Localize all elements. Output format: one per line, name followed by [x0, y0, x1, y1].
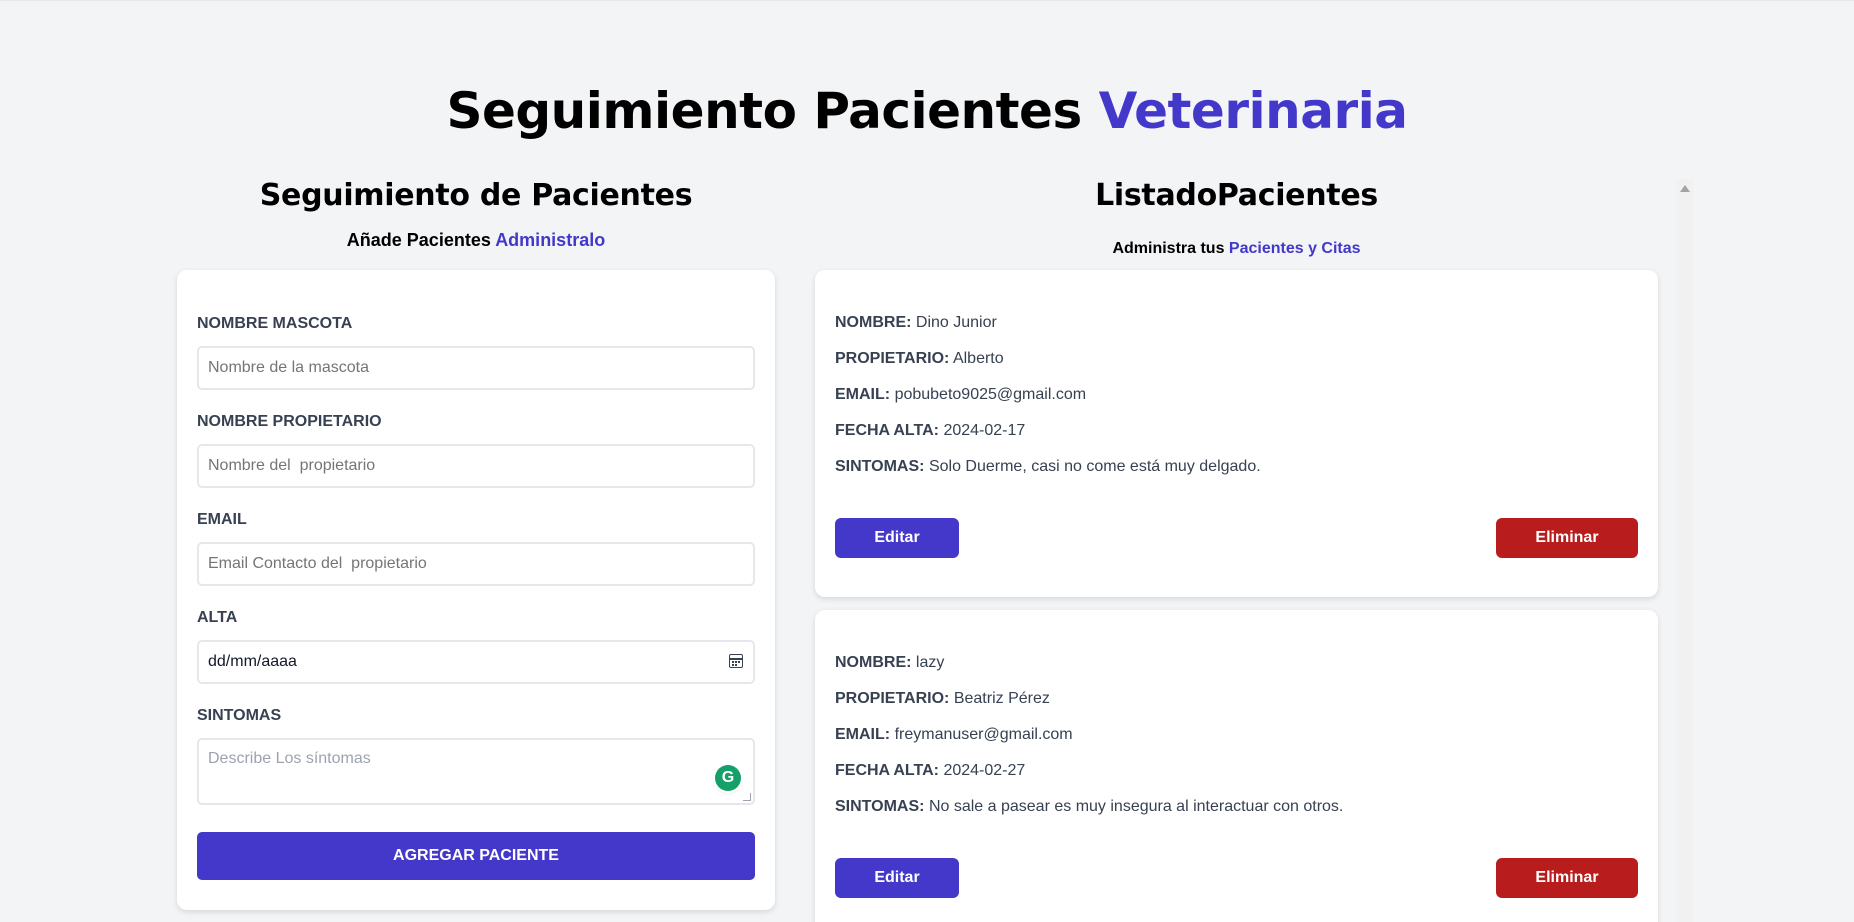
patient-symptoms-value: Solo Duerme, casi no come está muy delga… — [928, 458, 1261, 475]
patient-form: Nombre Mascota Nombre Propietario Email … — [177, 270, 775, 910]
symptoms-placeholder: Describe Los síntomas — [208, 750, 371, 767]
patient-symptoms-label: SINTOMAS: — [835, 458, 925, 475]
scroll-up-arrow-icon[interactable] — [1680, 185, 1690, 192]
page-title-main: Seguimiento Pacientes — [446, 82, 1082, 140]
patient-email-label: EMAIL: — [835, 386, 891, 403]
discharge-date-input[interactable]: dd/mm/aaaa — [197, 640, 755, 684]
patient-owner: PROPIETARIO: Alberto — [835, 349, 1638, 369]
grammarly-icon[interactable]: G — [715, 765, 741, 791]
patient-email: EMAIL: freymanuser@gmail.com — [835, 725, 1638, 745]
patient-date-value: 2024-02-17 — [943, 422, 1026, 439]
resize-handle-icon[interactable] — [743, 793, 751, 801]
patient-name-label: NOMBRE: — [835, 314, 912, 331]
list-subtitle-accent: Pacientes y Citas — [1228, 240, 1361, 257]
patient-owner-label: PROPIETARIO: — [835, 690, 950, 707]
patient-date-value: 2024-02-27 — [943, 762, 1026, 779]
patient-symptoms: SINTOMAS: No sale a pasear es muy insegu… — [835, 797, 1638, 817]
patient-date-label: FECHA ALTA: — [835, 762, 939, 779]
page-title-accent: Veterinaria — [1098, 82, 1408, 140]
discharge-date-label: Alta — [197, 609, 238, 626]
patient-owner: PROPIETARIO: Beatriz Pérez — [835, 689, 1638, 709]
patient-owner-label: PROPIETARIO: — [835, 350, 950, 367]
list-section-subtitle: Administra tus Pacientes y Citas — [815, 240, 1658, 258]
patient-date-label: FECHA ALTA: — [835, 422, 939, 439]
patient-email-label: EMAIL: — [835, 726, 891, 743]
delete-button[interactable]: Eliminar — [1496, 858, 1638, 898]
form-subtitle-accent: Administralo — [495, 230, 606, 250]
patient-name-value: lazy — [915, 654, 945, 671]
patient-email-value: freymanuser@gmail.com — [894, 726, 1073, 743]
patient-email: EMAIL: pobubeto9025@gmail.com — [835, 385, 1638, 405]
list-scrollbar[interactable] — [1676, 179, 1693, 922]
calendar-icon[interactable] — [729, 654, 743, 668]
form-section-header: Seguimiento de Pacientes Añade Pacientes… — [177, 176, 775, 251]
date-value: dd/mm/aaaa — [208, 653, 297, 670]
patient-owner-value: Alberto — [952, 350, 1004, 367]
patient-email-value: pobubeto9025@gmail.com — [894, 386, 1087, 403]
patient-card: NOMBRE: Dino Junior PROPIETARIO: Alberto… — [815, 270, 1658, 597]
card-actions: Editar Eliminar — [835, 518, 1638, 558]
patient-symptoms: SINTOMAS: Solo Duerme, casi no come está… — [835, 457, 1638, 477]
patient-symptoms-value: No sale a pasear es muy insegura al inte… — [928, 798, 1344, 815]
list-subtitle-main: Administra tus — [1112, 240, 1225, 257]
card-actions: Editar Eliminar — [835, 858, 1638, 898]
form-section-title: Seguimiento de Pacientes — [259, 178, 693, 213]
patient-name-label: NOMBRE: — [835, 654, 912, 671]
add-patient-button[interactable]: Agregar Paciente — [197, 832, 755, 880]
form-subtitle-main: Añade Pacientes — [346, 230, 491, 250]
symptoms-label: Sintomas — [197, 707, 282, 724]
list-section-header: ListadoPacientes Administra tus Paciente… — [815, 176, 1658, 258]
symptoms-textarea[interactable]: Describe Los síntomas G — [197, 738, 755, 805]
patient-symptoms-label: SINTOMAS: — [835, 798, 925, 815]
delete-button[interactable]: Eliminar — [1496, 518, 1638, 558]
owner-name-input[interactable] — [197, 444, 755, 488]
form-section-subtitle: Añade Pacientes Administralo — [177, 230, 775, 251]
page: Seguimiento Pacientes Veterinaria Seguim… — [0, 0, 1854, 922]
patient-date: FECHA ALTA: 2024-02-17 — [835, 421, 1638, 441]
patient-owner-value: Beatriz Pérez — [953, 690, 1050, 707]
pet-name-label: Nombre Mascota — [197, 315, 353, 332]
patient-name: NOMBRE: lazy — [835, 653, 1638, 673]
edit-button[interactable]: Editar — [835, 518, 959, 558]
list-section-title: ListadoPacientes — [1095, 178, 1378, 213]
email-input[interactable] — [197, 542, 755, 586]
patient-name-value: Dino Junior — [915, 314, 997, 331]
patient-card: NOMBRE: lazy PROPIETARIO: Beatriz Pérez … — [815, 610, 1658, 922]
patient-name: NOMBRE: Dino Junior — [835, 313, 1638, 333]
page-title: Seguimiento Pacientes Veterinaria — [0, 81, 1854, 141]
patient-date: FECHA ALTA: 2024-02-27 — [835, 761, 1638, 781]
edit-button[interactable]: Editar — [835, 858, 959, 898]
owner-name-label: Nombre Propietario — [197, 413, 382, 430]
email-label: Email — [197, 511, 247, 528]
pet-name-input[interactable] — [197, 346, 755, 390]
